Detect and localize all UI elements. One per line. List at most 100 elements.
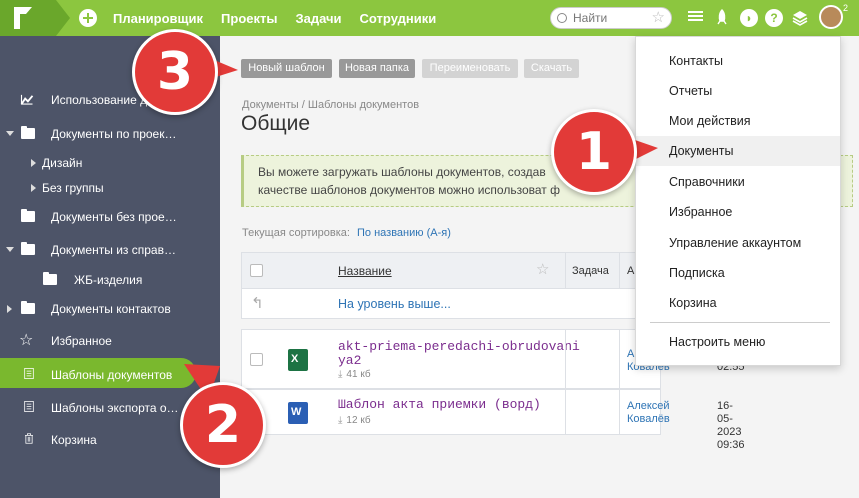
- menu-icon[interactable]: [687, 9, 705, 27]
- main-menu-dropdown: Контакты Отчеты Мои действия Документы С…: [635, 36, 841, 366]
- menu-item-favorites[interactable]: Избранное: [636, 197, 840, 227]
- star-icon[interactable]: ☆: [536, 260, 549, 278]
- callout-2: 2: [180, 382, 266, 468]
- sidebar-item-contact-docs[interactable]: Документы контактов: [0, 296, 220, 322]
- new-template-button[interactable]: Новый шаблон: [241, 59, 332, 78]
- sidebar-item-label: Документы из справ…: [51, 243, 176, 257]
- sidebar-item-design[interactable]: Дизайн: [0, 150, 220, 176]
- sidebar-item-concrete-products[interactable]: ЖБ-изделия: [0, 267, 220, 293]
- download-icon[interactable]: ⤓: [338, 369, 342, 380]
- notice-line-2: качестве шаблонов документов можно испол…: [258, 183, 560, 197]
- search-input[interactable]: [573, 10, 643, 26]
- sidebar-item-docs-without-project[interactable]: Документы без прое…: [0, 204, 220, 230]
- file-name-link[interactable]: akt-priema-peredachi-obrudovani: [338, 339, 580, 354]
- menu-item-trash[interactable]: Корзина: [636, 288, 840, 318]
- callout-1: 1: [551, 109, 637, 195]
- moon-icon[interactable]: ◗: [740, 9, 758, 27]
- column-divider: [565, 390, 566, 434]
- nav-planner[interactable]: Планировщик: [113, 11, 203, 26]
- sidebar-item-label: Избранное: [51, 334, 112, 348]
- menu-item-documents[interactable]: Документы: [636, 136, 840, 166]
- avatar[interactable]: [819, 5, 843, 29]
- column-task-header[interactable]: Задача: [572, 265, 609, 277]
- sidebar-item-label: Документы без прое…: [51, 210, 177, 224]
- logo[interactable]: [0, 0, 56, 36]
- help-icon[interactable]: ?: [765, 9, 783, 27]
- chevron-down-icon[interactable]: [6, 247, 14, 252]
- notice-line-1: Вы можете загружать шаблоны документов, …: [258, 165, 546, 179]
- caret-right-icon[interactable]: [31, 184, 36, 192]
- column-divider: [619, 253, 620, 288]
- page-title: Общие: [241, 112, 311, 135]
- search-icon: [557, 13, 567, 23]
- file-name-link-cont[interactable]: ya2: [338, 353, 361, 368]
- nav-employees[interactable]: Сотрудники: [360, 11, 437, 26]
- sidebar-item-project-docs[interactable]: Документы по проек…: [0, 121, 220, 147]
- menu-divider: [650, 322, 830, 323]
- sidebar-item-reference-docs[interactable]: Документы из справ…: [0, 237, 220, 263]
- column-divider: [565, 253, 566, 288]
- top-bar: Планировщик Проекты Задачи Сотрудники ☆ …: [0, 0, 859, 36]
- rocket-icon[interactable]: [713, 9, 731, 27]
- author-link[interactable]: Алексей Ковалёв: [627, 400, 670, 426]
- table-row[interactable]: X akt-priema-peredachi-obrudovani ya2 ⤓ 4…: [241, 329, 745, 389]
- select-all-checkbox[interactable]: [250, 264, 263, 277]
- folder-icon: [21, 301, 35, 314]
- sidebar-item-label: ЖБ-изделия: [74, 273, 143, 287]
- word-file-icon: W: [288, 402, 311, 424]
- file-name-link[interactable]: Шаблон акта приемки (ворд): [338, 397, 541, 412]
- caret-right-icon[interactable]: [31, 159, 36, 167]
- column-author-header[interactable]: А: [627, 265, 634, 277]
- up-level-link[interactable]: На уровень выше...: [338, 297, 451, 311]
- sidebar-item-no-group[interactable]: Без группы: [0, 175, 220, 201]
- sidebar-item-label: Документы контактов: [51, 302, 171, 316]
- chevron-down-icon[interactable]: [6, 131, 14, 136]
- search-box: ☆: [550, 7, 672, 29]
- nav-projects[interactable]: Проекты: [221, 11, 277, 26]
- callout-3: 3: [132, 29, 218, 115]
- menu-item-reports[interactable]: Отчеты: [636, 76, 840, 106]
- download-button[interactable]: Скачать: [524, 59, 579, 78]
- sidebar-item-label: Без группы: [42, 181, 104, 195]
- column-name-header[interactable]: Название: [338, 264, 392, 278]
- plus-icon[interactable]: [79, 9, 97, 27]
- menu-item-subscription[interactable]: Подписка: [636, 258, 840, 288]
- logo-arrow: [56, 0, 70, 36]
- column-divider: [565, 330, 566, 388]
- new-folder-button[interactable]: Новая папка: [339, 59, 415, 78]
- star-outline-icon: ☆: [19, 332, 34, 349]
- menu-item-my-actions[interactable]: Мои действия: [636, 106, 840, 136]
- table-row[interactable]: W Шаблон акта приемки (ворд) ⤓ 12 кб Алек…: [241, 389, 745, 451]
- excel-file-icon: X: [288, 349, 311, 371]
- menu-item-contacts[interactable]: Контакты: [636, 46, 840, 76]
- row-checkbox[interactable]: [250, 353, 263, 366]
- sort-label: Текущая сортировка:: [242, 227, 350, 239]
- sidebar-item-favorites[interactable]: ☆ Избранное: [0, 328, 220, 354]
- document-icon: [24, 401, 34, 412]
- download-icon[interactable]: ⤓: [338, 415, 342, 426]
- menu-item-customize[interactable]: Настроить меню: [636, 327, 840, 357]
- nav-tasks[interactable]: Задачи: [295, 11, 341, 26]
- menu-item-account[interactable]: Управление аккаунтом: [636, 228, 840, 258]
- document-icon: [24, 368, 34, 379]
- folder-open-icon: [21, 126, 35, 139]
- date-cell: 16-05-2023 09:36: [717, 400, 745, 451]
- folder-icon: [21, 209, 35, 222]
- column-divider: [619, 390, 620, 434]
- rename-button[interactable]: Переименовать: [422, 59, 518, 78]
- breadcrumb[interactable]: Документы / Шаблоны документов: [242, 99, 419, 111]
- up-level-row[interactable]: ↰ На уровень выше...: [241, 288, 661, 319]
- sidebar-item-label: Дизайн: [42, 156, 83, 170]
- sidebar-item-label: Документы по проек…: [51, 127, 177, 141]
- menu-item-directories[interactable]: Справочники: [636, 167, 840, 197]
- table-header: Название ☆ Задача А: [241, 252, 661, 288]
- folder-open-icon: [21, 242, 35, 255]
- sort-value-link[interactable]: По названию (А-я): [357, 227, 451, 239]
- sidebar-item-label: Шаблоны документов: [51, 368, 173, 382]
- sort-info: Текущая сортировка: По названию (А-я): [242, 227, 451, 239]
- layers-icon[interactable]: [791, 9, 809, 27]
- file-size: ⤓ 12 кб: [338, 415, 371, 426]
- star-icon[interactable]: ☆: [652, 9, 665, 27]
- caret-right-icon[interactable]: [7, 305, 12, 313]
- notification-badge: 2: [843, 3, 849, 13]
